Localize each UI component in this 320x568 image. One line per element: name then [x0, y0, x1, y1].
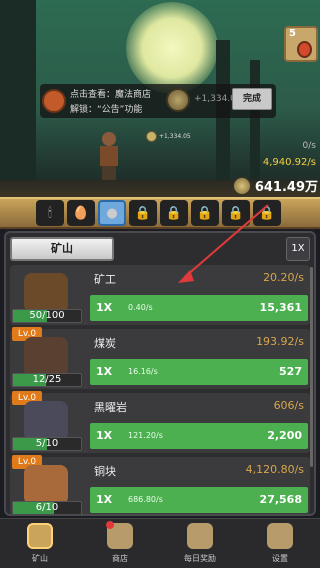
coin-icon	[232, 176, 251, 195]
mine-tab[interactable]: 矿山	[10, 237, 114, 261]
quest-unlock: 解锁：“公告”功能	[70, 105, 143, 115]
potion-level: 5	[289, 28, 296, 39]
upgrade-speed: 121.20/s	[128, 431, 163, 440]
nav-shop[interactable]: 商店	[80, 519, 160, 568]
miner-character[interactable]	[98, 132, 120, 180]
upgrade-speed: 0.40/s	[128, 303, 153, 312]
upgrade-button[interactable]: 1X 16.16/s 527	[90, 359, 308, 385]
lock-icon[interactable]: 🔒	[253, 200, 281, 226]
list-item: Lv.0 5/10 黑曜岩 606/s 1X 121.20/s 2,200	[10, 391, 310, 453]
potion-icon	[42, 89, 66, 113]
copper-icon	[24, 465, 68, 505]
potion-card[interactable]: 5	[284, 26, 318, 62]
lock-icon[interactable]: 🔒	[222, 200, 250, 226]
list-item: Lv.0 6/10 铜块 4,120.80/s 1X 686.80/s 27,5…	[10, 455, 310, 514]
nav-label: 设置	[272, 554, 288, 563]
nav-daily-reward[interactable]: 每日奖励	[160, 519, 240, 568]
coal-icon	[24, 337, 68, 377]
lock-icon[interactable]: 🔒	[160, 200, 188, 226]
nav-label: 矿山	[32, 554, 48, 563]
rate-2: 4,940.92/s	[262, 157, 316, 168]
tree	[0, 0, 36, 190]
item-rate: 193.92/s	[256, 335, 304, 348]
fly-gain-text: +1,334.05	[159, 133, 191, 140]
upgrade-cost: 27,568	[259, 493, 302, 506]
count-text: 12/25	[32, 374, 62, 385]
nav-label: 每日奖励	[184, 554, 216, 563]
coin-icon	[146, 131, 157, 142]
item-name: 铜块	[94, 465, 116, 478]
mine-panel: 矿山 1X 50/100 矿工 20.20/s 1X 0.40/s 15,361…	[4, 231, 316, 516]
tree	[250, 60, 260, 190]
list-item: Lv.0 12/25 煤炭 193.92/s 1X 16.16/s 527	[10, 327, 310, 389]
miner-icon	[24, 273, 68, 313]
count-bar: 5/10	[12, 437, 82, 451]
count-bar: 6/10	[12, 501, 82, 514]
rates: 0/s 4,940.92/s	[263, 141, 316, 168]
upgrade-multiplier: 1X	[96, 365, 113, 378]
gear-icon	[267, 523, 293, 549]
slime-slot[interactable]: ●	[98, 200, 126, 226]
upgrade-cost: 2,200	[267, 429, 302, 442]
potion-icon	[297, 41, 312, 58]
upgrade-cost: 527	[279, 365, 302, 378]
moon	[126, 2, 218, 94]
upgrade-button[interactable]: 1X 121.20/s 2,200	[90, 423, 308, 449]
nav-mine[interactable]: 矿山	[0, 519, 80, 568]
nav-settings[interactable]: 设置	[240, 519, 320, 568]
upgrade-speed: 686.80/s	[128, 495, 163, 504]
item-name: 煤炭	[94, 337, 116, 350]
rate-1: 0/s	[302, 141, 316, 151]
multiplier-button[interactable]: 1X	[286, 237, 310, 261]
notification-dot	[106, 521, 114, 529]
upgrade-speed: 16.16/s	[128, 367, 158, 376]
quest-banner[interactable]: 点击查看：魔法商店 解锁：“公告”功能 +1,334.05 完成	[40, 84, 276, 118]
lock-icon[interactable]: 🔒	[191, 200, 219, 226]
nav-label: 商店	[112, 554, 128, 563]
count-bar: 50/100	[12, 309, 82, 323]
money-display: 641.49万	[232, 176, 318, 195]
count-text: 50/100	[29, 310, 65, 321]
count-text: 5/10	[35, 438, 59, 449]
upgrade-multiplier: 1X	[96, 493, 113, 506]
game-scene: 5 点击查看：魔法商店 解锁：“公告”功能 +1,334.05 完成 +1,33…	[0, 0, 320, 197]
upgrade-button[interactable]: 1X 686.80/s 27,568	[90, 487, 308, 513]
count-bar: 12/25	[12, 373, 82, 387]
candle-slot[interactable]: 🕯	[36, 200, 64, 226]
upgrade-multiplier: 1X	[96, 301, 113, 314]
bottom-nav: 矿山 商店 每日奖励 设置	[0, 518, 320, 568]
scrollbar[interactable]	[310, 267, 313, 467]
list-item: 50/100 矿工 20.20/s 1X 0.40/s 15,361	[10, 265, 310, 325]
quest-title: 点击查看：魔法商店	[70, 90, 152, 100]
money-value: 641.49万	[254, 180, 318, 195]
item-name: 黑曜岩	[94, 401, 127, 414]
coin-icon	[166, 88, 190, 112]
item-rate: 20.20/s	[263, 271, 304, 284]
envelope-icon	[187, 523, 213, 549]
lock-icon[interactable]: 🔒	[129, 200, 157, 226]
mine-icon	[27, 523, 53, 549]
item-rate: 606/s	[273, 399, 304, 412]
upgrade-cost: 15,361	[259, 301, 302, 314]
item-rate: 4,120.80/s	[245, 463, 304, 476]
item-name: 矿工	[94, 273, 116, 286]
item-slots: 🕯 🥚 ● 🔒 🔒 🔒 🔒 🔒	[0, 197, 320, 229]
obsidian-icon	[24, 401, 68, 441]
egg-slot[interactable]: 🥚	[67, 200, 95, 226]
upgrade-multiplier: 1X	[96, 429, 113, 442]
count-text: 6/10	[35, 502, 59, 513]
upgrade-button[interactable]: 1X 0.40/s 15,361	[90, 295, 308, 321]
done-button[interactable]: 完成	[232, 88, 272, 110]
